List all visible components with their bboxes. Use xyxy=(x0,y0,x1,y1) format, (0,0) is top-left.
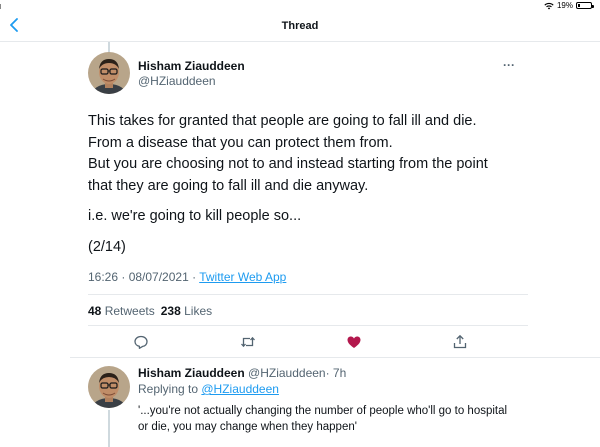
divider xyxy=(88,294,528,295)
tweet-stats: 48 Retweets 238 Likes xyxy=(88,304,212,318)
reply-text-line: '...you're not actually changing the num… xyxy=(138,405,508,417)
retweet-button[interactable] xyxy=(240,334,256,350)
tweet-line: From a disease that you can protect them… xyxy=(88,134,393,151)
battery-icon xyxy=(576,2,594,9)
reply-avatar[interactable] xyxy=(88,366,130,408)
author-name[interactable]: Hisham Ziauddeen xyxy=(138,59,245,73)
divider xyxy=(70,357,600,358)
more-options-button[interactable]: ··· xyxy=(503,58,515,72)
reply-author-handle[interactable]: @HZiauddeen xyxy=(248,366,326,380)
avatar-image xyxy=(88,366,130,408)
like-button[interactable] xyxy=(346,334,362,350)
share-button[interactable] xyxy=(452,334,468,350)
heart-icon xyxy=(347,336,361,348)
page-title: Thread xyxy=(281,20,319,32)
status-bar: 19% xyxy=(0,0,600,12)
avatar-image xyxy=(88,52,130,94)
likes-label: Likes xyxy=(184,304,213,318)
thread-connector-bottom xyxy=(108,410,110,447)
share-icon xyxy=(453,334,467,349)
tweet-line: that they are going to fall ill and die … xyxy=(88,177,369,194)
tweet-counter: (2/14) xyxy=(88,238,126,255)
replying-prefix: Replying to xyxy=(138,382,202,396)
tweet-source-link[interactable]: Twitter Web App xyxy=(199,270,286,284)
retweets-count: 48 xyxy=(88,304,102,318)
avatar[interactable] xyxy=(88,52,130,94)
tweet-line: This takes for granted that people are g… xyxy=(88,113,477,129)
reply-button[interactable] xyxy=(133,334,149,350)
status-right: 19% xyxy=(544,1,594,10)
likes-stat[interactable]: 238 Likes xyxy=(161,304,212,318)
likes-count: 238 xyxy=(160,304,181,318)
reply-text: '...you're not actually changing the num… xyxy=(138,403,528,435)
wifi-icon xyxy=(544,2,554,9)
author-handle[interactable]: @HZiauddeen xyxy=(138,74,216,88)
tweet-line: i.e. we're going to kill people so... xyxy=(88,208,302,224)
retweet-icon xyxy=(241,336,255,348)
retweets-stat[interactable]: 48 Retweets xyxy=(88,304,155,318)
tweet-meta: 16:26 · 08/07/2021 · Twitter Web App xyxy=(88,270,286,284)
reply-author-name[interactable]: Hisham Ziauddeen xyxy=(138,366,245,380)
reply-text-line: or die, you may change when they happen' xyxy=(138,421,357,433)
tweet-text: This takes for granted that people are g… xyxy=(88,111,528,258)
divider xyxy=(88,325,528,326)
battery-percent: 19% xyxy=(556,1,573,10)
replying-to: Replying to @HZiauddeen xyxy=(138,382,279,396)
retweets-label: Retweets xyxy=(104,304,155,318)
tweet-timestamp: 16:26 · 08/07/2021 · xyxy=(88,270,200,284)
status-left-marker xyxy=(0,4,1,9)
battery-fill xyxy=(578,4,580,7)
reply-header: Hisham Ziauddeen @HZiauddeen· 7h xyxy=(138,366,346,380)
replying-handle-link[interactable]: @HZiauddeen xyxy=(201,382,279,396)
tweet-line: But you are choosing not to and instead … xyxy=(88,156,488,172)
reply-time: · 7h xyxy=(325,366,347,380)
nav-bar: Thread xyxy=(0,12,600,42)
reply-icon xyxy=(134,335,148,349)
